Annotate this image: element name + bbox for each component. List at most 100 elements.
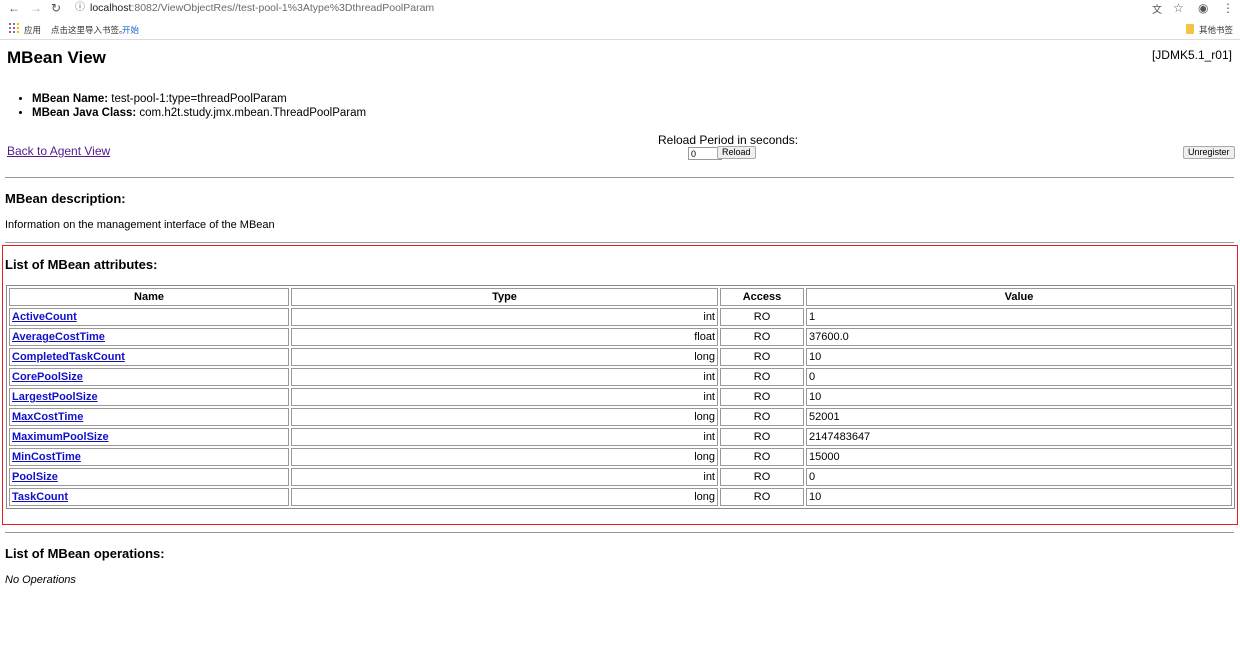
operations-heading: List of MBean operations: — [5, 546, 165, 561]
attr-name-link[interactable]: CorePoolSize — [12, 371, 83, 383]
attr-value: 0 — [806, 368, 1232, 386]
attr-name-link[interactable]: MaximumPoolSize — [12, 431, 109, 443]
table-row: ActiveCount int RO 1 — [9, 308, 1232, 326]
attr-value: 2147483647 — [806, 428, 1232, 446]
attr-access: RO — [720, 328, 804, 346]
attr-type: float — [291, 328, 718, 346]
header-access: Access — [720, 288, 804, 306]
attr-access: RO — [720, 348, 804, 366]
attr-name-link[interactable]: PoolSize — [12, 471, 58, 483]
attr-type: long — [291, 448, 718, 466]
attr-name-cell: PoolSize — [9, 468, 289, 486]
apps-grid-icon[interactable] — [9, 23, 19, 33]
attr-access: RO — [720, 428, 804, 446]
mbean-name-value: test-pool-1:type=threadPoolParam — [111, 93, 287, 105]
attributes-table: Name Type Access Value ActiveCount int R… — [6, 285, 1235, 509]
attr-type: int — [291, 388, 718, 406]
attr-name-cell: CorePoolSize — [9, 368, 289, 386]
attr-access: RO — [720, 468, 804, 486]
unregister-button[interactable]: Unregister — [1183, 146, 1235, 159]
table-row: PoolSize int RO 0 — [9, 468, 1232, 486]
bookmarks-bar: 应用 点击这里导入书签。 开始 其他书签 — [0, 20, 1240, 40]
attributes-heading: List of MBean attributes: — [5, 257, 158, 272]
attr-name-link[interactable]: TaskCount — [12, 491, 68, 503]
page-title: MBean View — [7, 48, 106, 67]
table-row: LargestPoolSize int RO 10 — [9, 388, 1232, 406]
header-name: Name — [9, 288, 289, 306]
translate-icon[interactable]: 文 — [1152, 1, 1162, 16]
divider — [5, 242, 1234, 243]
attr-type: long — [291, 488, 718, 506]
attr-access: RO — [720, 448, 804, 466]
attr-value: 15000 — [806, 448, 1232, 466]
bookmark-apps[interactable]: 应用 — [24, 24, 41, 36]
attr-name-cell: LargestPoolSize — [9, 388, 289, 406]
star-icon[interactable]: ☆ — [1173, 1, 1184, 15]
attr-type: int — [291, 428, 718, 446]
attr-name-cell: MaxCostTime — [9, 408, 289, 426]
table-row: AverageCostTime float RO 37600.0 — [9, 328, 1232, 346]
bookmark-other[interactable]: 其他书签 — [1199, 24, 1233, 36]
attr-name-cell: CompletedTaskCount — [9, 348, 289, 366]
attr-value: 10 — [806, 348, 1232, 366]
header-value: Value — [806, 288, 1232, 306]
attr-access: RO — [720, 388, 804, 406]
bookmark-start-link[interactable]: 开始 — [122, 24, 139, 36]
mbean-info-list: MBean Name: test-pool-1:type=threadPoolP… — [18, 92, 366, 120]
attr-type: int — [291, 308, 718, 326]
reload-button[interactable]: Reload — [717, 146, 756, 159]
mbean-name-item: MBean Name: test-pool-1:type=threadPoolP… — [32, 92, 366, 106]
attr-type: int — [291, 368, 718, 386]
back-arrow-icon[interactable]: ← — [8, 1, 20, 15]
attr-access: RO — [720, 408, 804, 426]
attr-access: RO — [720, 368, 804, 386]
reload-icon[interactable]: ↻ — [51, 1, 61, 15]
forward-arrow-icon[interactable]: → — [30, 1, 42, 15]
divider — [5, 177, 1234, 178]
attr-name-cell: TaskCount — [9, 488, 289, 506]
attr-name-link[interactable]: MaxCostTime — [12, 411, 83, 423]
attr-value: 0 — [806, 468, 1232, 486]
attr-type: long — [291, 408, 718, 426]
mbean-class-value: com.h2t.study.jmx.mbean.ThreadPoolParam — [139, 107, 367, 119]
attr-name-link[interactable]: ActiveCount — [12, 311, 77, 323]
attr-type: int — [291, 468, 718, 486]
version-label: [JDMK5.1_r01] — [1151, 48, 1232, 62]
attr-name-link[interactable]: MinCostTime — [12, 451, 81, 463]
menu-kebab-icon[interactable]: ⋮ — [1222, 1, 1234, 15]
attr-type: long — [291, 348, 718, 366]
description-text: Information on the management interface … — [5, 219, 275, 231]
header-type: Type — [291, 288, 718, 306]
table-row: TaskCount long RO 10 — [9, 488, 1232, 506]
mbean-class-item: MBean Java Class: com.h2t.study.jmx.mbea… — [32, 106, 366, 120]
attr-value: 10 — [806, 488, 1232, 506]
address-bar: ← → ↻ ⓘ localhost:8082/ViewObjectRes//te… — [0, 0, 1240, 18]
table-row: MaximumPoolSize int RO 2147483647 — [9, 428, 1232, 446]
attr-name-link[interactable]: LargestPoolSize — [12, 391, 98, 403]
url-host: localhost — [90, 2, 132, 14]
table-row: CorePoolSize int RO 0 — [9, 368, 1232, 386]
attr-name-cell: MaximumPoolSize — [9, 428, 289, 446]
attr-name-link[interactable]: CompletedTaskCount — [12, 351, 125, 363]
back-to-agent-link[interactable]: Back to Agent View — [7, 144, 110, 158]
attr-access: RO — [720, 308, 804, 326]
attr-access: RO — [720, 488, 804, 506]
table-header-row: Name Type Access Value — [9, 288, 1232, 306]
folder-icon — [1186, 24, 1194, 34]
account-icon[interactable]: ◉ — [1198, 1, 1208, 15]
table-row: MaxCostTime long RO 52001 — [9, 408, 1232, 426]
mbean-name-label: MBean Name: — [32, 93, 109, 105]
attr-value: 10 — [806, 388, 1232, 406]
attr-value: 52001 — [806, 408, 1232, 426]
attr-name-link[interactable]: AverageCostTime — [12, 331, 105, 343]
description-heading: MBean description: — [5, 191, 126, 206]
table-row: CompletedTaskCount long RO 10 — [9, 348, 1232, 366]
bookmark-import-hint: 点击这里导入书签。 — [51, 25, 128, 35]
divider — [5, 532, 1234, 533]
info-icon[interactable]: ⓘ — [75, 1, 85, 15]
mbean-class-label: MBean Java Class: — [32, 107, 137, 119]
attr-value: 1 — [806, 308, 1232, 326]
reload-period-label: Reload Period in seconds: — [658, 133, 799, 147]
no-operations-text: No Operations — [5, 574, 76, 586]
url-field[interactable]: localhost:8082/ViewObjectRes//test-pool-… — [90, 2, 434, 14]
